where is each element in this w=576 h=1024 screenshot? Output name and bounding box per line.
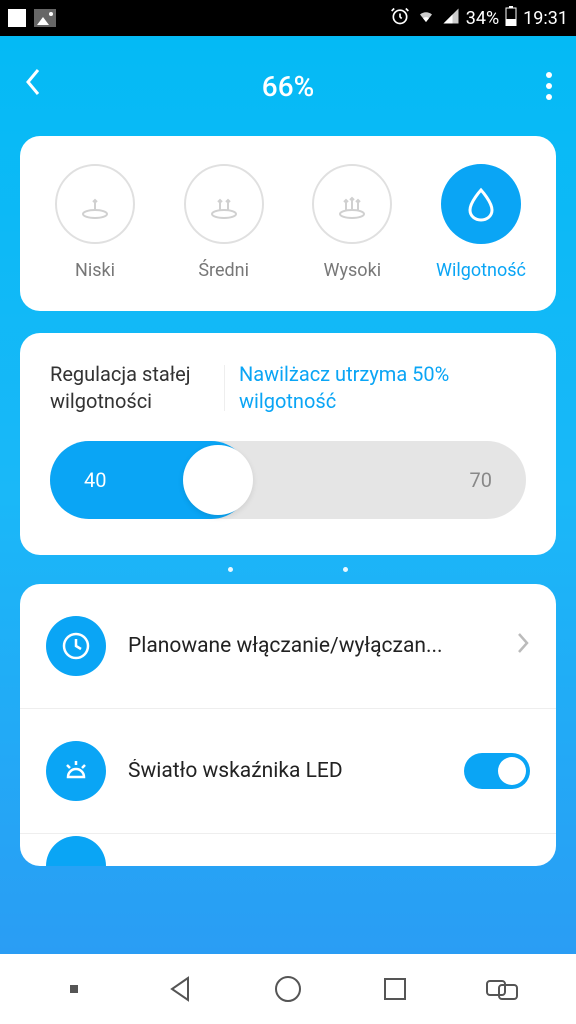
humidity-slider[interactable]: 40 70 (50, 441, 526, 519)
nav-back-button[interactable] (141, 974, 221, 1004)
battery-icon (505, 6, 517, 31)
settings-list-card: Planowane włączanie/wyłączan... Światło … (20, 584, 556, 866)
app-container: 66% Niski Średni (0, 36, 576, 954)
humidity-drop-icon (441, 164, 521, 244)
nav-home-button[interactable] (248, 975, 328, 1003)
clock-icon (46, 616, 106, 676)
divider (224, 365, 225, 411)
android-nav-bar (0, 954, 576, 1024)
back-button[interactable] (24, 66, 44, 106)
alarm-icon (390, 6, 410, 31)
slider-min-label: 40 (84, 468, 106, 492)
light-icon (46, 741, 106, 801)
header-title: 66% (262, 70, 314, 103)
signal-icon (442, 7, 460, 30)
led-toggle[interactable] (464, 753, 530, 789)
mist-low-icon (55, 164, 135, 244)
toggle-knob (498, 757, 526, 785)
nav-screenshot-button[interactable] (462, 977, 542, 1001)
wifi-icon (416, 7, 436, 30)
nav-recent-button[interactable] (355, 976, 435, 1002)
mode-label: Niski (75, 260, 115, 281)
app-header: 66% (0, 36, 576, 136)
status-app-icon (8, 9, 26, 27)
nav-menu-button[interactable] (34, 985, 114, 993)
slider-thumb[interactable] (183, 445, 253, 515)
mode-low[interactable]: Niski (40, 164, 150, 281)
humidity-status-text: Nawilżacz utrzyma 50% wilgotność (239, 361, 526, 415)
setting-icon (46, 836, 106, 866)
setting-led-indicator: Światło wskaźnika LED (20, 709, 556, 834)
battery-text: 34% (466, 8, 499, 29)
status-image-icon (34, 9, 56, 27)
slider-max-label: 70 (470, 468, 492, 492)
mode-label: Wilgotność (436, 260, 526, 281)
mode-selector-card: Niski Średni Wysoki (20, 136, 556, 311)
mist-medium-icon (184, 164, 264, 244)
mode-medium[interactable]: Średni (169, 164, 279, 281)
setting-label: Planowane włączanie/wyłączan... (128, 634, 494, 658)
mode-label: Średni (198, 260, 249, 281)
humidity-section-title: Regulacja stałej wilgotności (50, 361, 210, 415)
setting-label: Światło wskaźnika LED (128, 759, 442, 783)
mist-high-icon (312, 164, 392, 244)
humidity-control-card: Regulacja stałej wilgotności Nawilżacz u… (20, 333, 556, 555)
setting-schedule[interactable]: Planowane włączanie/wyłączan... (20, 584, 556, 709)
mode-high[interactable]: Wysoki (297, 164, 407, 281)
setting-row-partial[interactable] (20, 834, 556, 866)
chevron-right-icon (516, 631, 530, 662)
android-status-bar: 34% 19:31 (0, 0, 576, 36)
more-menu-button[interactable] (546, 72, 552, 100)
page-indicator (20, 567, 556, 572)
mode-label: Wysoki (324, 260, 382, 281)
mode-humidity[interactable]: Wilgotność (426, 164, 536, 281)
clock-text: 19:31 (523, 8, 568, 29)
